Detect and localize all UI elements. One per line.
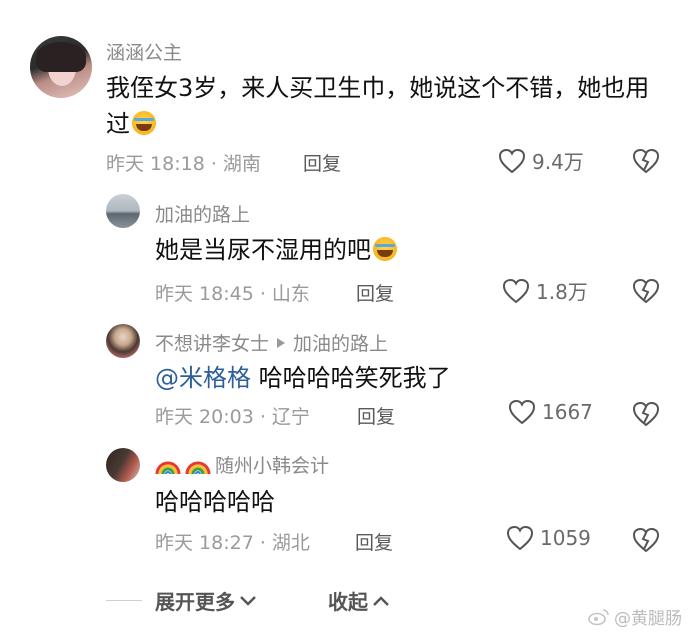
- expand-more-label: 展开更多: [155, 590, 235, 614]
- expand-more-button[interactable]: 展开更多: [155, 586, 257, 615]
- watermark: @黄腿肠: [588, 604, 682, 629]
- broken-heart-icon[interactable]: [632, 401, 660, 427]
- rainbow-icon: [155, 461, 181, 474]
- comment-3-time-location: 昨天 20:03 · 辽宁: [155, 406, 310, 428]
- comment-1-like-count: 9.4万: [532, 150, 584, 174]
- comment-4-text: 哈哈哈哈哈: [155, 484, 275, 520]
- avatar-comment-2[interactable]: [106, 194, 140, 228]
- comment-1-text: 我侄女3岁，来人买卫生巾，她说这个不错，她也用过: [106, 70, 661, 142]
- comment-3-like-button[interactable]: 1667: [508, 399, 593, 425]
- comment-3-text: @米格格 哈哈哈哈笑死我了: [155, 360, 635, 396]
- comment-2-username[interactable]: 加油的路上: [155, 200, 250, 227]
- watermark-text: @黄腿肠: [614, 609, 682, 629]
- comment-1-reply-button[interactable]: 回复: [303, 149, 341, 176]
- broken-heart-icon[interactable]: [632, 527, 660, 553]
- heart-icon: [506, 525, 534, 551]
- avatar-comment-3[interactable]: [106, 324, 140, 358]
- comment-4-reply-button[interactable]: 回复: [355, 528, 393, 555]
- heart-icon: [498, 148, 526, 173]
- comment-3-reply-button[interactable]: 回复: [357, 402, 395, 429]
- comment-2-like-count: 1.8万: [536, 280, 588, 304]
- rainbow-icon: [185, 461, 211, 474]
- comment-4-like-button[interactable]: 1059: [506, 525, 591, 551]
- comment-4-text-content: 哈哈哈哈哈: [155, 488, 275, 516]
- comment-3-like-count: 1667: [542, 400, 593, 424]
- comment-3-reply-to[interactable]: 加油的路上: [293, 329, 388, 356]
- collapse-button[interactable]: 收起: [328, 586, 390, 615]
- chevron-up-icon: [373, 595, 389, 606]
- avatar-comment-1[interactable]: [30, 36, 92, 98]
- comment-2-time-location: 昨天 18:45 · 山东: [155, 283, 310, 305]
- comment-1-like-button[interactable]: 9.4万: [498, 146, 584, 175]
- comment-3-text-content: 哈哈哈哈笑死我了: [258, 364, 451, 392]
- laughing-emoji-icon: [373, 237, 397, 261]
- comment-2-reply-button[interactable]: 回复: [356, 279, 394, 306]
- footer-divider: [106, 600, 142, 601]
- comment-4-header: 随州小韩会计: [155, 451, 329, 478]
- avatar-comment-4[interactable]: [106, 448, 140, 482]
- chevron-down-icon: [240, 595, 256, 606]
- comment-4-username[interactable]: 随州小韩会计: [215, 451, 329, 478]
- laughing-emoji-icon: [132, 111, 156, 135]
- comment-3-username[interactable]: 不想讲李女士: [155, 329, 269, 356]
- weibo-logo-icon: [588, 608, 609, 625]
- comment-2-text: 她是当尿不湿用的吧: [155, 232, 635, 268]
- broken-heart-icon[interactable]: [632, 148, 660, 174]
- comment-1-username[interactable]: 涵涵公主: [106, 38, 182, 65]
- broken-heart-icon[interactable]: [632, 278, 660, 304]
- comment-3-header: 不想讲李女士 加油的路上: [155, 329, 388, 356]
- comment-1-text-content: 我侄女3岁，来人买卫生巾，她说这个不错，她也用过: [106, 74, 650, 138]
- comment-4-time-location: 昨天 18:27 · 湖北: [155, 532, 310, 554]
- triangle-right-icon: [277, 337, 286, 348]
- comment-1-time-location: 昨天 18:18 · 湖南: [106, 153, 261, 175]
- collapse-label: 收起: [328, 590, 368, 614]
- comment-2-text-content: 她是当尿不湿用的吧: [155, 236, 371, 264]
- comment-4-like-count: 1059: [540, 526, 591, 550]
- heart-icon: [508, 399, 536, 425]
- heart-icon: [502, 278, 530, 303]
- mention-link[interactable]: @米格格: [155, 364, 251, 392]
- comment-2-like-button[interactable]: 1.8万: [502, 276, 588, 305]
